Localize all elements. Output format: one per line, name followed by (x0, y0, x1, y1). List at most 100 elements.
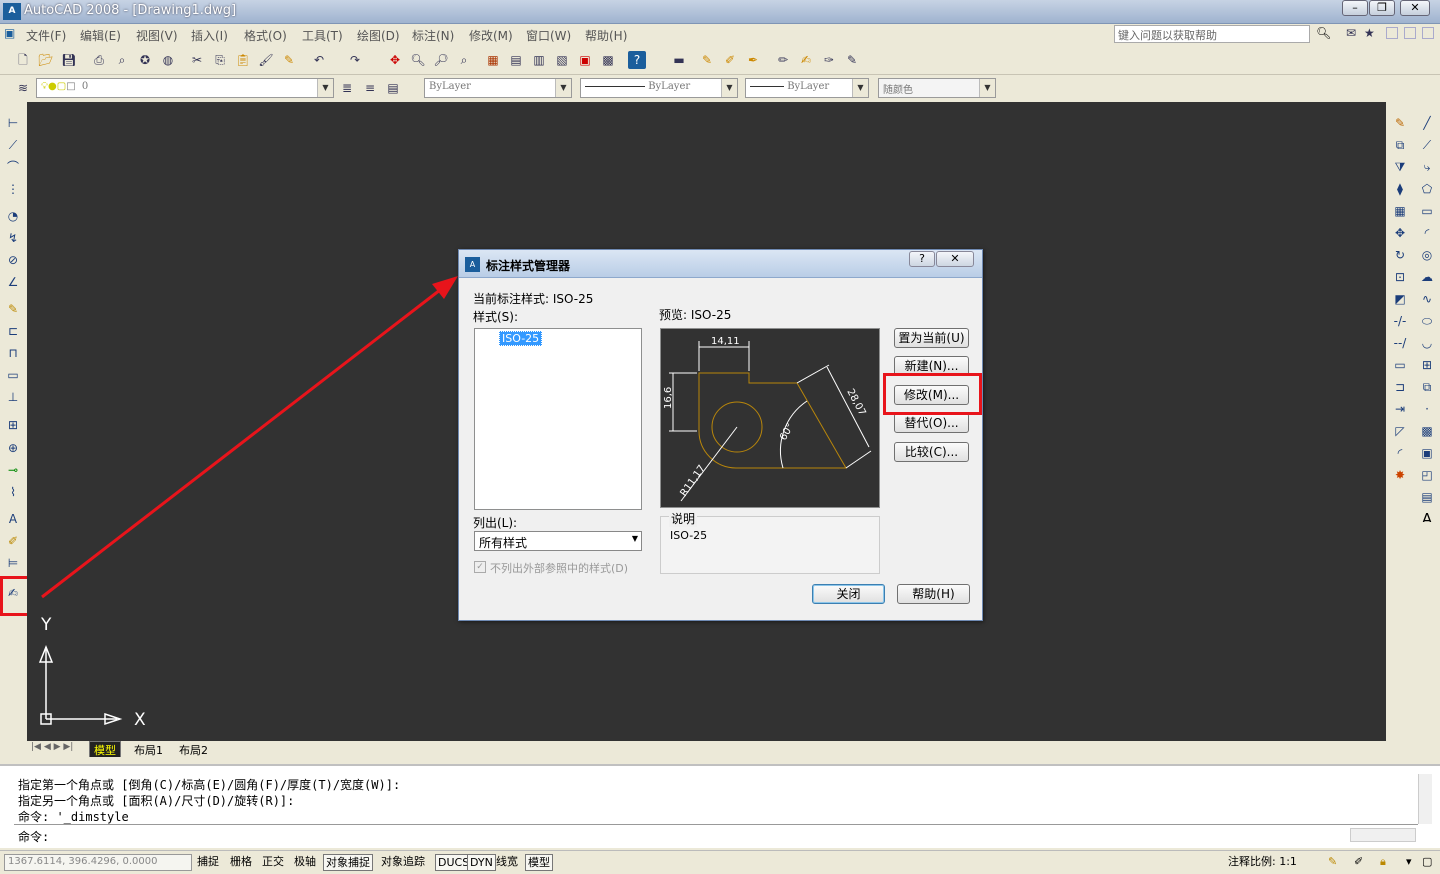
modify-toolbar: ✎ ⧉ ⧩ ⧫ ▦ ✥ ↻ ⊡ ◩ -/- --/ ▭ ⊐ ⇥ ◸ ◜ ✸ (1387, 102, 1414, 522)
list-label: 列出(L): (473, 516, 518, 530)
lineweight-toggle[interactable]: 线宽 (494, 854, 520, 871)
auto-scale-icon[interactable]: ✐ (1352, 854, 1365, 871)
erase-icon[interactable]: ✎ (1391, 114, 1409, 132)
arc-icon[interactable]: ◜ (1418, 224, 1436, 242)
move-icon[interactable]: ✥ (1391, 224, 1409, 242)
preview-drawing: 14,11 16,6 28,07 60° R11,17 (663, 336, 872, 502)
table-icon[interactable]: ▤ (1418, 488, 1436, 506)
otrack-toggle[interactable]: 对象追踪 (379, 854, 427, 871)
description-value: ISO-25 (670, 529, 708, 542)
annotation-scale[interactable]: 注释比例: 1:1 (1226, 854, 1299, 871)
point-icon[interactable]: · (1418, 400, 1436, 418)
break-icon[interactable]: ⊐ (1391, 378, 1409, 396)
list-filter-select[interactable]: 所有样式 ▼ (474, 531, 642, 551)
ellipse-icon[interactable]: ⬭ (1418, 312, 1436, 330)
help-button[interactable]: 帮助(H) (897, 584, 970, 604)
join-icon[interactable]: ⇥ (1391, 400, 1409, 418)
dialog-help-button[interactable]: ? (909, 251, 935, 267)
model-toggle[interactable]: 模型 (525, 854, 553, 871)
command-history-line: 指定另一个角点或 [面积(A)/尺寸(D)/旋转(R)]: (18, 794, 295, 808)
command-prompt[interactable]: 命令: (18, 828, 49, 845)
layout-tabs: |◀ ◀ ▶ ▶| 模型 布局1 布局2 (27, 741, 1386, 759)
command-divider (14, 824, 1418, 825)
status-bar: 1367.6114, 396.4296, 0.0000 捕捉 栅格 正交 极轴 … (0, 850, 1440, 874)
snap-toggle[interactable]: 捕捉 (195, 854, 221, 871)
polar-toggle[interactable]: 极轴 (292, 854, 318, 871)
set-current-button[interactable]: 置为当前(U) (894, 328, 969, 348)
splitter[interactable] (0, 757, 1440, 764)
highlight-modify-box (883, 373, 982, 415)
preview-dim-radius: R11,17 (678, 463, 707, 498)
autocad-dialog-icon: A (465, 257, 480, 272)
hatch-icon[interactable]: ▩ (1418, 422, 1436, 440)
preview-dim-angle: 60° (778, 422, 796, 443)
insert-block-icon[interactable]: ⊞ (1418, 356, 1436, 374)
trim-icon[interactable]: -/- (1391, 312, 1409, 330)
grid-toggle[interactable]: 栅格 (228, 854, 254, 871)
draw-toolbar: ╱ ⟋ ⤷ ⬠ ▭ ◜ ◎ ☁ ∿ ⬭ ◡ ⊞ ⧉ · ▩ ▣ ◰ ▤ A (1414, 102, 1440, 528)
make-block-icon[interactable]: ⧉ (1418, 378, 1436, 396)
lock-toolbar-icon[interactable]: 🔒︎ (1378, 854, 1388, 871)
explode-icon[interactable]: ✸ (1391, 466, 1409, 484)
ellipse-arc-icon[interactable]: ◡ (1418, 334, 1436, 352)
offset-icon[interactable]: ⧫ (1391, 180, 1409, 198)
close-button[interactable]: 关闭 (812, 584, 885, 604)
tab-nav-icon[interactable]: |◀ ◀ ▶ ▶| (31, 742, 73, 752)
style-preview: 14,11 16,6 28,07 60° R11,17 (660, 328, 880, 508)
dialog-title-bar: A 标注样式管理器 ? ✕ (459, 250, 982, 278)
break-point-icon[interactable]: ▭ (1391, 356, 1409, 374)
spline-icon[interactable]: ∿ (1418, 290, 1436, 308)
xref-checkbox[interactable]: ✓ (474, 561, 486, 573)
command-history-line: 指定第一个角点或 [倒角(C)/标高(E)/圆角(F)/厚度(T)/宽度(W)]… (18, 778, 401, 792)
annotation-visibility-icon[interactable]: ✎ (1326, 854, 1339, 871)
revcloud-icon[interactable]: ☁ (1418, 268, 1436, 286)
copy-object-icon[interactable]: ⧉ (1391, 136, 1409, 154)
fillet-icon[interactable]: ◜ (1391, 444, 1409, 462)
mirror-icon[interactable]: ⧩ (1391, 158, 1409, 176)
xref-checkbox-label: 不列出外部参照中的样式(D) (490, 562, 629, 575)
compare-style-button[interactable]: 比较(C)... (894, 442, 969, 462)
region-icon[interactable]: ◰ (1418, 466, 1436, 484)
scale-icon[interactable]: ⊡ (1391, 268, 1409, 286)
style-item-iso25[interactable]: ISO-25 (499, 331, 543, 346)
preview-dim-top: 14,11 (711, 336, 740, 347)
dimstyle-manager-dialog: A 标注样式管理器 ? ✕ 当前标注样式: ISO-25 样式(S): ISO-… (458, 249, 983, 621)
rectangle-icon[interactable]: ▭ (1418, 202, 1436, 220)
construction-line-icon[interactable]: ⟋ (1418, 136, 1436, 154)
array-icon[interactable]: ▦ (1391, 202, 1409, 220)
current-style-label: 当前标注样式: ISO-25 (473, 292, 594, 306)
tab-layout1[interactable]: 布局1 (134, 742, 163, 758)
clean-screen-icon[interactable]: ▢ (1420, 854, 1434, 871)
command-hscroll[interactable] (1350, 828, 1416, 842)
override-style-button[interactable]: 替代(O)... (894, 413, 969, 433)
command-history-line: 命令: '_dimstyle (18, 810, 129, 824)
command-scrollbar[interactable] (1418, 774, 1432, 824)
ortho-toggle[interactable]: 正交 (260, 854, 286, 871)
polygon-icon[interactable]: ⬠ (1418, 180, 1436, 198)
chamfer-icon[interactable]: ◸ (1391, 422, 1409, 440)
list-filter-value: 所有样式 (479, 536, 528, 550)
line-icon[interactable]: ╱ (1418, 114, 1436, 132)
status-menu-icon[interactable]: ▾ (1404, 854, 1414, 871)
preview-label: 预览: ISO-25 (659, 308, 732, 322)
description-box: 说明 ISO-25 (660, 510, 880, 574)
command-window: 指定第一个角点或 [倒角(C)/标高(E)/圆角(F)/厚度(T)/宽度(W)]… (0, 764, 1440, 848)
dyn-toggle[interactable]: DYN (467, 854, 496, 871)
stretch-icon[interactable]: ◩ (1391, 290, 1409, 308)
dialog-close-button[interactable]: ✕ (936, 251, 974, 267)
rotate-icon[interactable]: ↻ (1391, 246, 1409, 264)
styles-list[interactable]: ISO-25 (474, 328, 642, 510)
preview-dim-left: 16,6 (663, 387, 674, 409)
chevron-down-icon: ▼ (631, 534, 638, 543)
tab-layout2[interactable]: 布局2 (179, 742, 208, 758)
styles-label: 样式(S): (473, 310, 519, 324)
gradient-icon[interactable]: ▣ (1418, 444, 1436, 462)
right-toolbar-filler (1387, 522, 1440, 741)
circle-icon[interactable]: ◎ (1418, 246, 1436, 264)
coordinates-readout[interactable]: 1367.6114, 396.4296, 0.0000 (4, 854, 192, 871)
extend-icon[interactable]: --/ (1391, 334, 1409, 352)
preview-dim-diag: 28,07 (844, 387, 867, 417)
polyline-icon[interactable]: ⤷ (1418, 158, 1436, 176)
osnap-toggle[interactable]: 对象捕捉 (323, 854, 373, 871)
description-label: 说明 (669, 510, 698, 527)
